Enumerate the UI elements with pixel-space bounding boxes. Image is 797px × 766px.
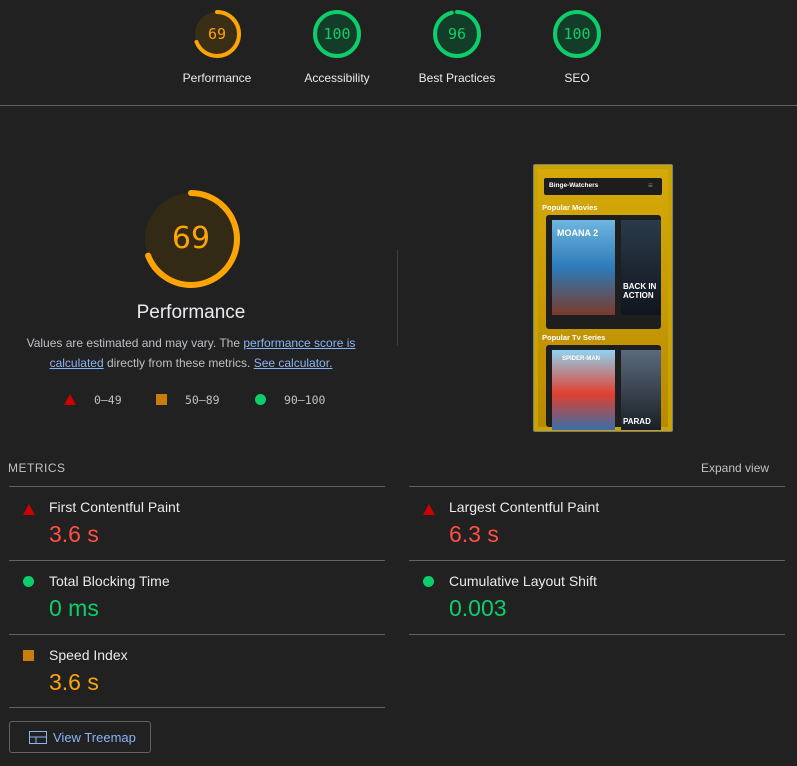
legend-pass-range: 90–100 [283,393,326,407]
score-label-seo: SEO [564,71,590,85]
metric-name: Total Blocking Time [49,573,170,589]
triangle-icon [64,394,76,405]
square-icon [156,394,167,405]
circle-icon [255,394,266,405]
performance-score: 69 [171,221,211,256]
view-treemap-button[interactable]: View Treemap [9,721,151,753]
thumb-section-movies: Popular Movies [542,203,598,212]
triangle-icon [423,504,435,515]
vertical-divider [397,250,398,346]
thumb-poster-title: MOANA 2 [557,228,599,238]
desc-text: Values are estimated and may vary. The [26,336,244,350]
legend-average-range: 50–89 [184,393,220,407]
metric-name: First Contentful Paint [49,499,180,515]
metric-value: 0 ms [49,595,99,621]
thumb-poster: MOANA 2 [552,220,615,315]
legend-average: 50–89 [156,393,220,407]
thumb-poster: SPIDER-MAN [552,350,615,430]
final-screenshot[interactable]: Binge-Watchers ≡ Popular Movies MOANA 2 … [533,164,673,432]
screenshot-page: Binge-Watchers ≡ Popular Movies MOANA 2 … [538,169,668,430]
thumb-poster: BACK IN ACTION [621,220,661,315]
expand-view-toggle[interactable]: Expand view [701,461,769,475]
view-treemap-label: View Treemap [53,730,136,745]
score-gauge-seo[interactable]: 100 [553,10,601,58]
score-value: 96 [447,25,467,43]
square-icon [23,650,34,661]
metric-divider [9,707,385,708]
score-value: 100 [323,25,351,43]
metric-value: 3.6 s [49,521,99,547]
metric-speed-index: Speed Index 3.6 s [9,635,385,708]
score-gauge-accessibility[interactable]: 100 [313,10,361,58]
thumb-section-tv: Popular Tv Series [542,333,606,342]
thumb-app-name: Binge-Watchers [549,182,599,189]
legend-fail: 0–49 [64,393,122,407]
thumb-poster-title: BACK IN ACTION [623,282,657,300]
thumb-tv-row: SPIDER-MAN PARAD [546,345,661,430]
metrics-heading: METRICS [8,461,66,475]
menu-icon: ≡ [648,181,653,190]
performance-description: Values are estimated and may vary. The p… [20,333,362,373]
thumb-navbar: Binge-Watchers ≡ [544,178,662,195]
desc-text: directly from these metrics. [103,356,254,370]
metric-value: 6.3 s [449,521,499,547]
score-value: 69 [207,25,227,43]
score-label-performance: Performance [182,71,252,85]
thumb-movie-row: MOANA 2 BACK IN ACTION [546,215,661,329]
header-divider [0,105,797,106]
metric-name: Speed Index [49,647,128,663]
score-label-accessibility: Accessibility [304,71,370,85]
metric-name: Largest Contentful Paint [449,499,600,515]
metric-largest-contentful-paint: Largest Contentful Paint 6.3 s [409,487,785,560]
metric-divider [409,634,785,635]
metric-value: 3.6 s [49,669,99,695]
see-calculator-link[interactable]: See calculator. [254,356,333,370]
legend-pass: 90–100 [255,393,325,407]
circle-icon [423,576,434,587]
treemap-icon [29,731,47,744]
triangle-icon [23,504,35,515]
thumb-poster-title: PARAD [623,417,651,426]
metric-value: 0.003 [449,595,507,621]
circle-icon [23,576,34,587]
metric-cumulative-layout-shift: Cumulative Layout Shift 0.003 [409,561,785,634]
performance-title: Performance [136,302,246,323]
score-label-best-practices: Best Practices [418,71,496,85]
thumb-poster-title: SPIDER-MAN [562,356,601,362]
score-gauge-best-practices[interactable]: 96 [433,10,481,58]
legend-fail-range: 0–49 [93,393,122,407]
score-value: 100 [563,25,591,43]
metric-name: Cumulative Layout Shift [449,573,597,589]
metric-first-contentful-paint: First Contentful Paint 3.6 s [9,487,385,560]
thumb-poster: PARAD [621,350,661,430]
performance-gauge: 69 [142,190,240,288]
metric-total-blocking-time: Total Blocking Time 0 ms [9,561,385,634]
score-gauge-performance[interactable]: 69 [193,10,241,58]
